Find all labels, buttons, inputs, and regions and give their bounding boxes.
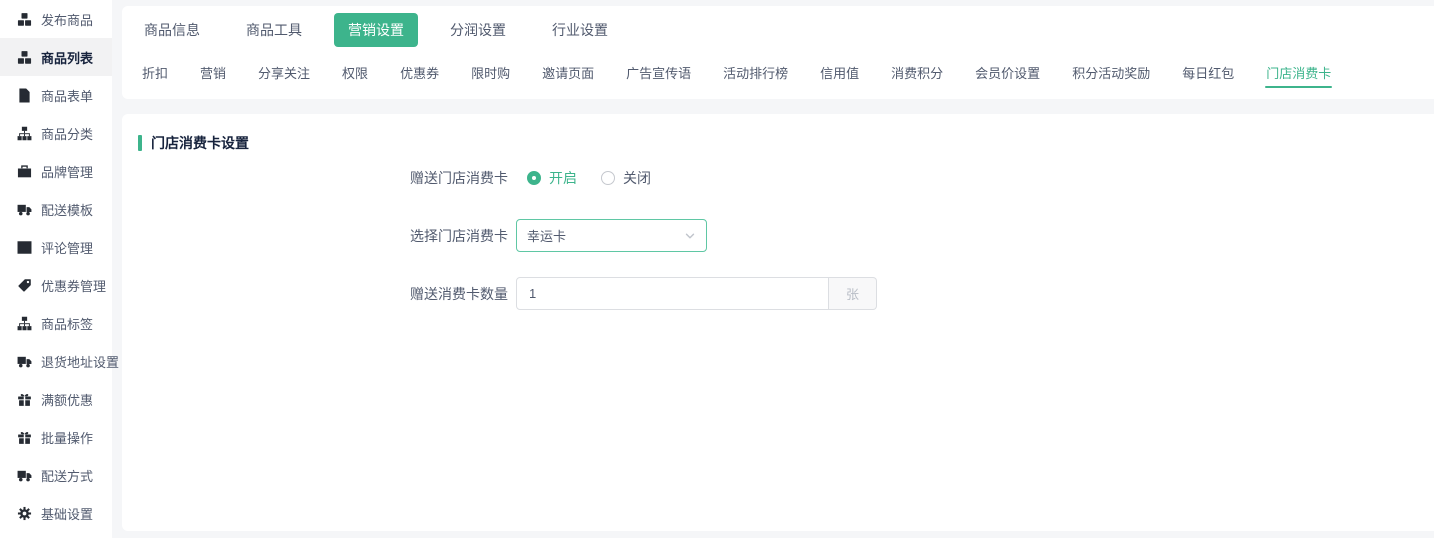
sidebar-item-label: 满额优惠 <box>41 390 93 409</box>
sidebar-item[interactable]: 配送模板 <box>0 190 112 228</box>
sidebar-item-label: 基础设置 <box>41 504 93 523</box>
sidebar-item-label: 商品分类 <box>41 124 93 143</box>
sidebar-item[interactable]: 商品分类 <box>0 114 112 152</box>
card-select-label: 选择门店消费卡 <box>138 226 508 246</box>
sidebar-item[interactable]: 发布商品 <box>0 0 112 38</box>
sidebar-item[interactable]: 退货地址设置 <box>0 342 112 380</box>
section-accent-bar <box>138 135 142 151</box>
main-area: 商品信息商品工具营销设置分润设置行业设置 折扣营销分享关注权限优惠券限时购邀请页… <box>112 0 1434 538</box>
radio-option-off[interactable]: 关闭 <box>601 168 651 188</box>
sidebar: 发布商品 商品列表 商品表单 商品分类 品牌管理 配送模板 评论管理 优惠券管理… <box>0 0 112 538</box>
card-count-input[interactable] <box>516 277 829 310</box>
primary-tab[interactable]: 营销设置 <box>334 13 418 47</box>
cubes-icon <box>17 50 32 65</box>
form-row-card-count: 赠送消费卡数量 张 <box>138 277 1418 310</box>
sidebar-item[interactable]: 批量操作 <box>0 418 112 456</box>
tag-icon <box>17 278 32 293</box>
sidebar-item[interactable]: 商品表单 <box>0 76 112 114</box>
sidebar-item[interactable]: 品牌管理 <box>0 152 112 190</box>
secondary-tab[interactable]: 会员价设置 <box>969 52 1046 93</box>
sidebar-item-label: 批量操作 <box>41 428 93 447</box>
sidebar-item[interactable]: 评论管理 <box>0 228 112 266</box>
primary-tab[interactable]: 商品工具 <box>232 13 316 47</box>
form-row-gift-switch: 赠送门店消费卡 开启 关闭 <box>138 161 1418 194</box>
secondary-tab[interactable]: 优惠券 <box>394 52 445 93</box>
secondary-tab[interactable]: 广告宣传语 <box>620 52 697 93</box>
gift-icon <box>17 430 32 445</box>
secondary-tab[interactable]: 门店消费卡 <box>1260 52 1337 93</box>
secondary-tab[interactable]: 信用值 <box>814 52 865 93</box>
secondary-tab[interactable]: 活动排行榜 <box>717 52 794 93</box>
secondary-tab[interactable]: 每日红包 <box>1176 52 1240 93</box>
sidebar-item-label: 配送模板 <box>41 200 93 219</box>
sidebar-item-label: 商品标签 <box>41 314 93 333</box>
section-title: 门店消费卡设置 <box>151 133 249 153</box>
radio-option-label: 开启 <box>549 168 577 188</box>
tabs-card: 商品信息商品工具营销设置分润设置行业设置 折扣营销分享关注权限优惠券限时购邀请页… <box>122 6 1434 99</box>
sidebar-item-label: 优惠券管理 <box>41 276 106 295</box>
radio-option-label: 关闭 <box>623 168 651 188</box>
secondary-tabs: 折扣营销分享关注权限优惠券限时购邀请页面广告宣传语活动排行榜信用值消费积分会员价… <box>130 52 1434 93</box>
primary-tab[interactable]: 分润设置 <box>436 13 520 47</box>
radio-option-on[interactable]: 开启 <box>527 168 577 188</box>
settings-form: 赠送门店消费卡 开启 关闭 选择门店消费卡 幸运卡 <box>138 161 1418 310</box>
secondary-tab[interactable]: 分享关注 <box>252 52 316 93</box>
secondary-tab[interactable]: 邀请页面 <box>536 52 600 93</box>
sidebar-item[interactable]: 优惠券管理 <box>0 266 112 304</box>
secondary-tab[interactable]: 消费积分 <box>885 52 949 93</box>
sidebar-item-label: 商品表单 <box>41 86 93 105</box>
truck-icon <box>17 202 32 217</box>
sidebar-item-label: 评论管理 <box>41 238 93 257</box>
primary-tab[interactable]: 行业设置 <box>538 13 622 47</box>
chevron-down-icon <box>684 230 696 242</box>
secondary-tab[interactable]: 营销 <box>194 52 232 93</box>
columns-icon <box>17 240 32 255</box>
primary-tabs: 商品信息商品工具营销设置分润设置行业设置 <box>130 7 1434 52</box>
secondary-tab[interactable]: 权限 <box>336 52 374 93</box>
truck-icon <box>17 468 32 483</box>
store-card-select[interactable]: 幸运卡 <box>516 219 707 252</box>
sidebar-item-label: 退货地址设置 <box>41 352 119 371</box>
sidebar-item[interactable]: 配送方式 <box>0 456 112 494</box>
sidebar-item[interactable]: 商品列表 <box>0 38 112 76</box>
select-value: 幸运卡 <box>527 226 566 245</box>
card-count-label: 赠送消费卡数量 <box>138 284 508 304</box>
sidebar-item-label: 品牌管理 <box>41 162 93 181</box>
sitemap-icon <box>17 316 32 331</box>
secondary-tab[interactable]: 折扣 <box>136 52 174 93</box>
section-header: 门店消费卡设置 <box>138 133 1418 153</box>
sidebar-item[interactable]: 满额优惠 <box>0 380 112 418</box>
sidebar-item[interactable]: 基础设置 <box>0 494 112 532</box>
gift-switch-label: 赠送门店消费卡 <box>138 168 508 188</box>
card-count-field: 张 <box>516 277 877 310</box>
sitemap-icon <box>17 126 32 141</box>
gift-icon <box>17 392 32 407</box>
radio-icon <box>601 171 615 185</box>
unit-addon: 张 <box>829 277 877 310</box>
secondary-tab[interactable]: 积分活动奖励 <box>1066 52 1156 93</box>
briefcase-icon <box>17 164 32 179</box>
primary-tab[interactable]: 商品信息 <box>130 13 214 47</box>
gift-switch-radio-group: 开启 关闭 <box>516 168 651 188</box>
gear-icon <box>17 506 32 521</box>
sidebar-item[interactable]: 商品标签 <box>0 304 112 342</box>
sidebar-item-label: 商品列表 <box>41 48 93 67</box>
cubes-icon <box>17 12 32 27</box>
truck-icon <box>17 354 32 369</box>
sidebar-item-label: 发布商品 <box>41 10 93 29</box>
content-card: 门店消费卡设置 赠送门店消费卡 开启 关闭 选择 <box>122 114 1434 531</box>
radio-icon <box>527 171 541 185</box>
document-icon <box>17 88 32 103</box>
form-row-card-select: 选择门店消费卡 幸运卡 <box>138 219 1418 252</box>
sidebar-item-label: 配送方式 <box>41 466 93 485</box>
secondary-tab[interactable]: 限时购 <box>465 52 516 93</box>
